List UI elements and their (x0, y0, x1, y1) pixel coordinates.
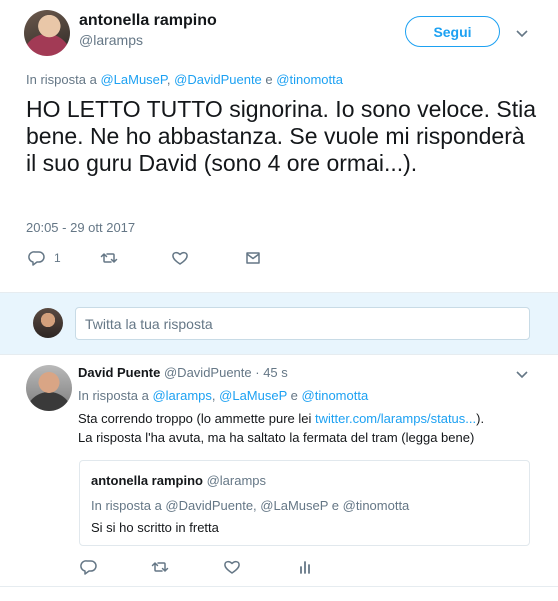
main-tweet: antonella rampino @laramps Segui In risp… (0, 0, 558, 292)
reply-icon (80, 560, 97, 575)
mention-link[interactable]: @laramps (152, 388, 211, 403)
author-name[interactable]: antonella rampino (79, 12, 217, 30)
reply-button[interactable] (80, 558, 98, 576)
text-segment: Sta correndo troppo (lo ammette pure lei (78, 411, 316, 426)
tweet-header: David Puente @DavidPuente · 45 s (78, 365, 288, 380)
tweet-text: Sta correndo troppo (lo ammette pure lei… (78, 409, 498, 447)
conjunction: e (290, 388, 298, 403)
message-button[interactable] (244, 249, 262, 267)
reply-context: In risposta a @LaMuseP, @DavidPuente e @… (26, 72, 343, 87)
reply-tweet[interactable]: David Puente @DavidPuente · 45 s In risp… (0, 355, 558, 587)
retweet-icon (151, 562, 169, 572)
timestamp[interactable]: · 45 s (255, 365, 288, 380)
divider (0, 587, 558, 601)
quote-text: Si si ho scritto in fretta (91, 520, 219, 535)
author-name[interactable]: David Puente (78, 365, 160, 380)
reply-composer (0, 292, 558, 355)
retweet-button[interactable] (151, 558, 169, 576)
mention-link[interactable]: @DavidPuente (174, 72, 262, 87)
like-button[interactable] (223, 558, 241, 576)
tweet-text: HO LETTO TUTTO signorina. Io sono veloce… (26, 96, 537, 176)
like-icon (224, 560, 240, 574)
reply-icon (28, 251, 45, 266)
conjunction: e (265, 72, 273, 87)
analytics-button[interactable] (296, 558, 314, 576)
like-button[interactable] (171, 249, 189, 267)
quote-author: antonella rampino @laramps (91, 473, 266, 488)
message-icon (246, 252, 260, 264)
separator: , (166, 72, 171, 87)
avatar[interactable] (24, 10, 70, 56)
mention-link[interactable]: @tinomotta (276, 72, 343, 87)
status-link[interactable]: twitter.com/laramps/status... (315, 411, 476, 426)
chevron-down-icon[interactable] (514, 366, 530, 382)
reply-input[interactable] (75, 307, 530, 340)
quoted-tweet[interactable]: antonella rampino @laramps In risposta a… (79, 460, 530, 546)
mention-link[interactable]: @LaMuseP (219, 388, 287, 403)
reply-prefix: In risposta a (78, 388, 149, 403)
follow-button[interactable]: Segui (405, 16, 500, 47)
like-icon (172, 251, 188, 265)
avatar[interactable] (26, 365, 72, 411)
avatar (33, 308, 63, 338)
retweet-button[interactable] (100, 249, 118, 267)
timestamp[interactable]: 20:05 - 29 ott 2017 (26, 220, 135, 235)
mention-link[interactable]: @LaMuseP (100, 72, 166, 87)
analytics-icon (300, 561, 310, 574)
reply-button[interactable]: 1 (28, 249, 61, 267)
author-handle[interactable]: @DavidPuente (164, 365, 252, 380)
chevron-down-icon[interactable] (514, 25, 530, 41)
mention-link[interactable]: @tinomotta (302, 388, 369, 403)
quote-author-name: antonella rampino (91, 473, 203, 488)
quote-reply-context: In risposta a @DavidPuente, @LaMuseP e @… (91, 498, 410, 513)
reply-count: 1 (54, 251, 61, 265)
retweet-icon (100, 253, 118, 263)
quote-author-handle: @laramps (206, 473, 267, 488)
author-handle[interactable]: @laramps (79, 32, 143, 48)
reply-prefix: In risposta a (26, 72, 97, 87)
reply-context: In risposta a @laramps, @LaMuseP e @tino… (78, 388, 369, 403)
